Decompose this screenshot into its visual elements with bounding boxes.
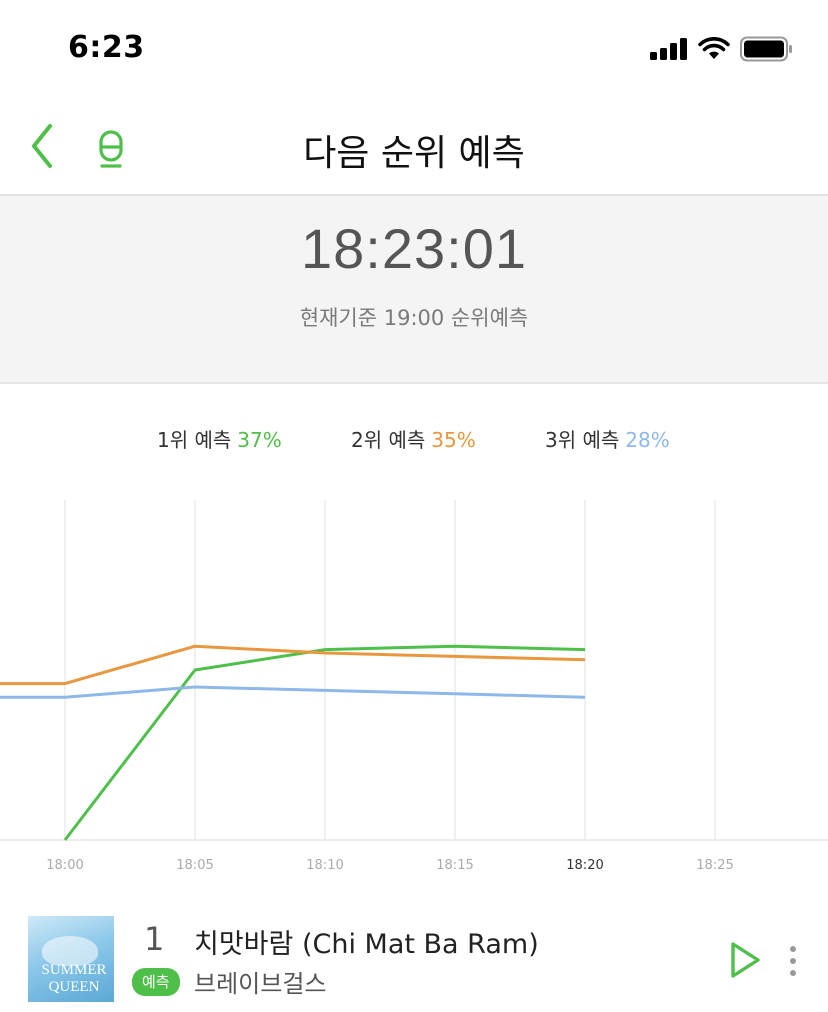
cellular-signal-icon [650, 38, 687, 60]
legend-item-rank2: 2위 예측 35% [351, 424, 476, 453]
legend-label: 2위 예측 [351, 428, 426, 452]
legend-item-rank1: 1위 예측 37% [157, 424, 282, 453]
song-row[interactable]: SUMMER QUEEN 1 치맛바람 (Chi Mat Ba Ram) 예측 … [0, 900, 828, 1012]
legend-label: 1위 예측 [157, 428, 232, 452]
page-title: 다음 순위 예측 [303, 133, 525, 174]
x-tick-label: 18:05 [176, 858, 213, 873]
wifi-icon [698, 37, 730, 59]
legend-percent: 35% [431, 428, 476, 452]
more-options-icon[interactable] [784, 944, 802, 980]
chart-legend: 1위 예측 37% 2위 예측 35% 3위 예측 28% [0, 424, 828, 454]
prediction-line-chart: 18:00 18:05 18:10 18:15 18:20 18:25 [0, 500, 828, 873]
legend-label: 3위 예측 [545, 428, 620, 452]
current-time: 18:23:01 [301, 217, 527, 280]
album-cover-text-line2: QUEEN [48, 979, 100, 995]
prediction-basis-text: 현재기준 19:00 순위예측 [299, 306, 529, 330]
x-tick-label: 18:10 [306, 858, 343, 873]
navigation-bar: 다음 순위 예측 [0, 100, 828, 196]
rank-number: 1 [144, 920, 165, 958]
legend-item-rank3: 3위 예측 28% [545, 424, 670, 453]
status-icons [650, 36, 794, 62]
song-title[interactable]: 치맛바람 (Chi Mat Ba Ram) [194, 922, 539, 961]
legend-percent: 37% [237, 428, 282, 452]
album-cover[interactable]: SUMMER QUEEN [28, 916, 114, 1002]
legend-percent: 28% [625, 428, 670, 452]
play-icon[interactable] [728, 940, 762, 980]
x-tick-label: 18:15 [436, 858, 473, 873]
x-tick-label: 18:25 [696, 858, 733, 873]
series-line-2 [0, 644, 586, 686]
x-tick-label: 18:20 [566, 858, 603, 873]
x-tick-label: 18:00 [46, 858, 83, 873]
clock-panel: 18:23:01 현재기준 19:00 순위예측 [0, 196, 828, 384]
battery-icon [740, 36, 792, 62]
artist-name[interactable]: 브레이브걸스 [194, 964, 326, 999]
album-cover-text-line1: SUMMER [41, 962, 107, 978]
status-bar: 6:23 [0, 0, 828, 100]
series-line-3 [0, 685, 586, 699]
status-time: 6:23 [68, 30, 145, 65]
prediction-badge: 예측 [132, 968, 180, 996]
